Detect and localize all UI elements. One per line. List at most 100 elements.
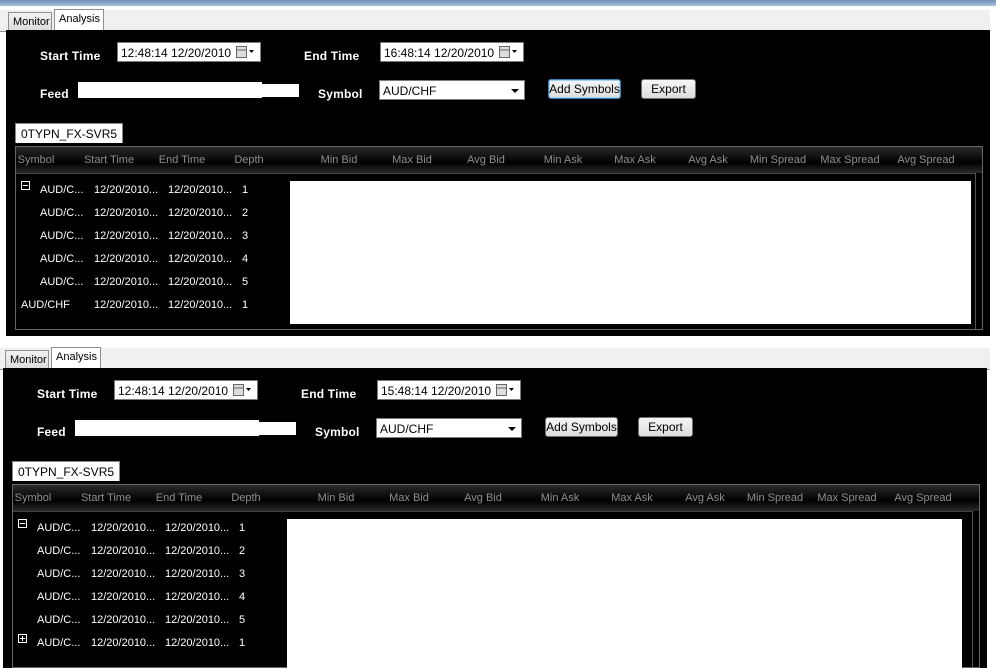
column-header[interactable]: Min Ask (527, 154, 599, 166)
column-header[interactable]: Min Spread (741, 154, 815, 166)
table-row[interactable]: AUD/C... 12/20/2010... 12/20/2010... 2 (16, 204, 306, 227)
column-header[interactable]: Min Bid (303, 154, 375, 166)
export-button[interactable]: Export (638, 417, 693, 437)
column-header[interactable]: Avg Bid (451, 154, 521, 166)
calendar-dropdown-icon[interactable] (496, 384, 515, 396)
table-row[interactable]: AUD/C... 12/20/2010... 12/20/2010... 2 (13, 542, 303, 565)
column-header[interactable]: Avg Spread (886, 492, 960, 504)
cell-symbol: AUD/CHF (21, 299, 70, 311)
column-header[interactable]: Avg Spread (889, 154, 963, 166)
column-header[interactable]: Depth (218, 492, 274, 504)
column-header[interactable]: Max Spread (813, 154, 887, 166)
cell-end-time: 12/20/2010... (165, 545, 230, 557)
end-time-value: 16:48:14 12/20/2010 (384, 46, 495, 60)
start-time-label: Start Time (40, 49, 101, 63)
collapse-icon[interactable] (21, 181, 30, 190)
start-time-picker[interactable]: 12:48:14 12/20/2010 (117, 42, 261, 62)
add-symbols-button[interactable]: Add Symbols (548, 79, 621, 99)
column-header[interactable]: Depth (221, 154, 277, 166)
cell-depth: 1 (242, 184, 249, 196)
start-time-picker[interactable]: 12:48:14 12/20/2010 (114, 380, 258, 400)
expand-icon[interactable] (18, 634, 27, 643)
tab-analysis[interactable]: Analysis (51, 347, 101, 369)
table-row[interactable]: AUD/C... 12/20/2010... 12/20/2010... 5 (13, 611, 303, 634)
column-header[interactable]: End Time (144, 154, 220, 166)
feed-label: Feed (37, 425, 66, 439)
stats-grid: Symbol Start Time End Time Depth Min Bid Max … (12, 484, 980, 669)
cell-symbol: AUD/C... (40, 230, 84, 242)
feed-input[interactable] (78, 82, 262, 98)
column-header[interactable]: End Time (141, 492, 217, 504)
calendar-dropdown-icon[interactable] (499, 46, 518, 58)
cell-start-time: 12/20/2010... (91, 614, 156, 626)
collapse-icon[interactable] (18, 519, 27, 528)
symbol-value: AUD/CHF (383, 84, 437, 98)
stats-grid: Symbol Start Time End Time Depth Min Bid Max … (15, 146, 983, 330)
cell-symbol: AUD/C... (37, 545, 81, 557)
grid-detail-area (290, 181, 971, 324)
table-row[interactable]: AUD/C... 12/20/2010... 12/20/2010... 3 (13, 565, 303, 588)
cell-symbol: AUD/C... (40, 253, 84, 265)
column-header[interactable]: Symbol (0, 492, 68, 504)
grid-tab-feed[interactable]: 0TYPN_FX-SVR5 (15, 123, 124, 143)
calendar-dropdown-icon[interactable] (236, 46, 255, 58)
export-button[interactable]: Export (641, 79, 696, 99)
cell-symbol: AUD/C... (40, 184, 84, 196)
column-header[interactable]: Max Spread (810, 492, 884, 504)
table-row[interactable]: AUD/CHF 12/20/2010... 12/20/2010... 1 (16, 296, 306, 319)
symbol-dropdown[interactable]: AUD/CHF (376, 418, 522, 438)
end-time-picker[interactable]: 16:48:14 12/20/2010 (380, 42, 524, 62)
table-row[interactable]: AUD/C... 12/20/2010... 12/20/2010... 4 (13, 588, 303, 611)
cell-symbol: AUD/C... (40, 276, 84, 288)
cell-depth: 2 (239, 545, 246, 557)
grid-header: Symbol Start Time End Time Depth Min Bid Max … (13, 485, 979, 512)
cell-end-time: 12/20/2010... (165, 591, 230, 603)
column-header[interactable]: Avg Bid (448, 492, 518, 504)
cell-start-time: 12/20/2010... (91, 522, 156, 534)
column-header[interactable]: Max Ask (599, 154, 671, 166)
cell-depth: 4 (239, 591, 246, 603)
end-time-picker[interactable]: 15:48:14 12/20/2010 (377, 380, 521, 400)
column-header[interactable]: Start Time (68, 492, 144, 504)
tab-strip (0, 348, 990, 370)
column-header[interactable]: Min Spread (738, 492, 812, 504)
cell-start-time: 12/20/2010... (94, 276, 159, 288)
column-header[interactable]: Max Bid (373, 492, 445, 504)
column-header[interactable]: Avg Ask (670, 492, 740, 504)
cell-start-time: 12/20/2010... (94, 299, 159, 311)
chevron-down-icon (511, 89, 519, 93)
vertical-scrollbar[interactable] (972, 511, 979, 667)
symbol-dropdown[interactable]: AUD/CHF (379, 80, 525, 100)
table-row[interactable]: AUD/C... 12/20/2010... 12/20/2010... 1 (13, 634, 303, 657)
table-row[interactable]: AUD/C... 12/20/2010... 12/20/2010... 1 (13, 519, 303, 542)
cell-end-time: 12/20/2010... (165, 568, 230, 580)
end-time-label: End Time (301, 387, 357, 401)
column-header[interactable]: Min Bid (300, 492, 372, 504)
feed-input[interactable] (75, 420, 259, 436)
column-header[interactable]: Max Bid (376, 154, 448, 166)
tab-analysis[interactable]: Analysis (54, 9, 104, 31)
table-row[interactable]: AUD/C... 12/20/2010... 12/20/2010... 4 (16, 250, 306, 273)
table-row[interactable]: AUD/C... 12/20/2010... 12/20/2010... 5 (16, 273, 306, 296)
table-row[interactable]: AUD/C... 12/20/2010... 12/20/2010... 1 (16, 181, 306, 204)
tab-monitor[interactable]: Monitor (5, 350, 49, 368)
vertical-scrollbar[interactable] (975, 173, 982, 329)
symbol-value: AUD/CHF (380, 422, 434, 436)
cell-depth: 5 (242, 276, 249, 288)
cell-symbol: AUD/C... (37, 637, 81, 649)
cell-depth: 1 (242, 299, 249, 311)
cell-depth: 1 (239, 637, 246, 649)
column-header[interactable]: Avg Ask (673, 154, 743, 166)
table-row[interactable]: AUD/C... 12/20/2010... 12/20/2010... 3 (16, 227, 306, 250)
column-header[interactable]: Max Ask (596, 492, 668, 504)
add-symbols-button[interactable]: Add Symbols (545, 417, 618, 437)
cell-depth: 4 (242, 253, 249, 265)
column-header[interactable]: Symbol (1, 154, 71, 166)
column-header[interactable]: Start Time (71, 154, 147, 166)
calendar-dropdown-icon[interactable] (233, 384, 252, 396)
feed-label: Feed (40, 87, 69, 101)
grid-tab-feed[interactable]: 0TYPN_FX-SVR5 (12, 461, 121, 481)
tab-monitor[interactable]: Monitor (8, 12, 52, 30)
column-header[interactable]: Min Ask (524, 492, 596, 504)
cell-end-time: 12/20/2010... (168, 184, 233, 196)
